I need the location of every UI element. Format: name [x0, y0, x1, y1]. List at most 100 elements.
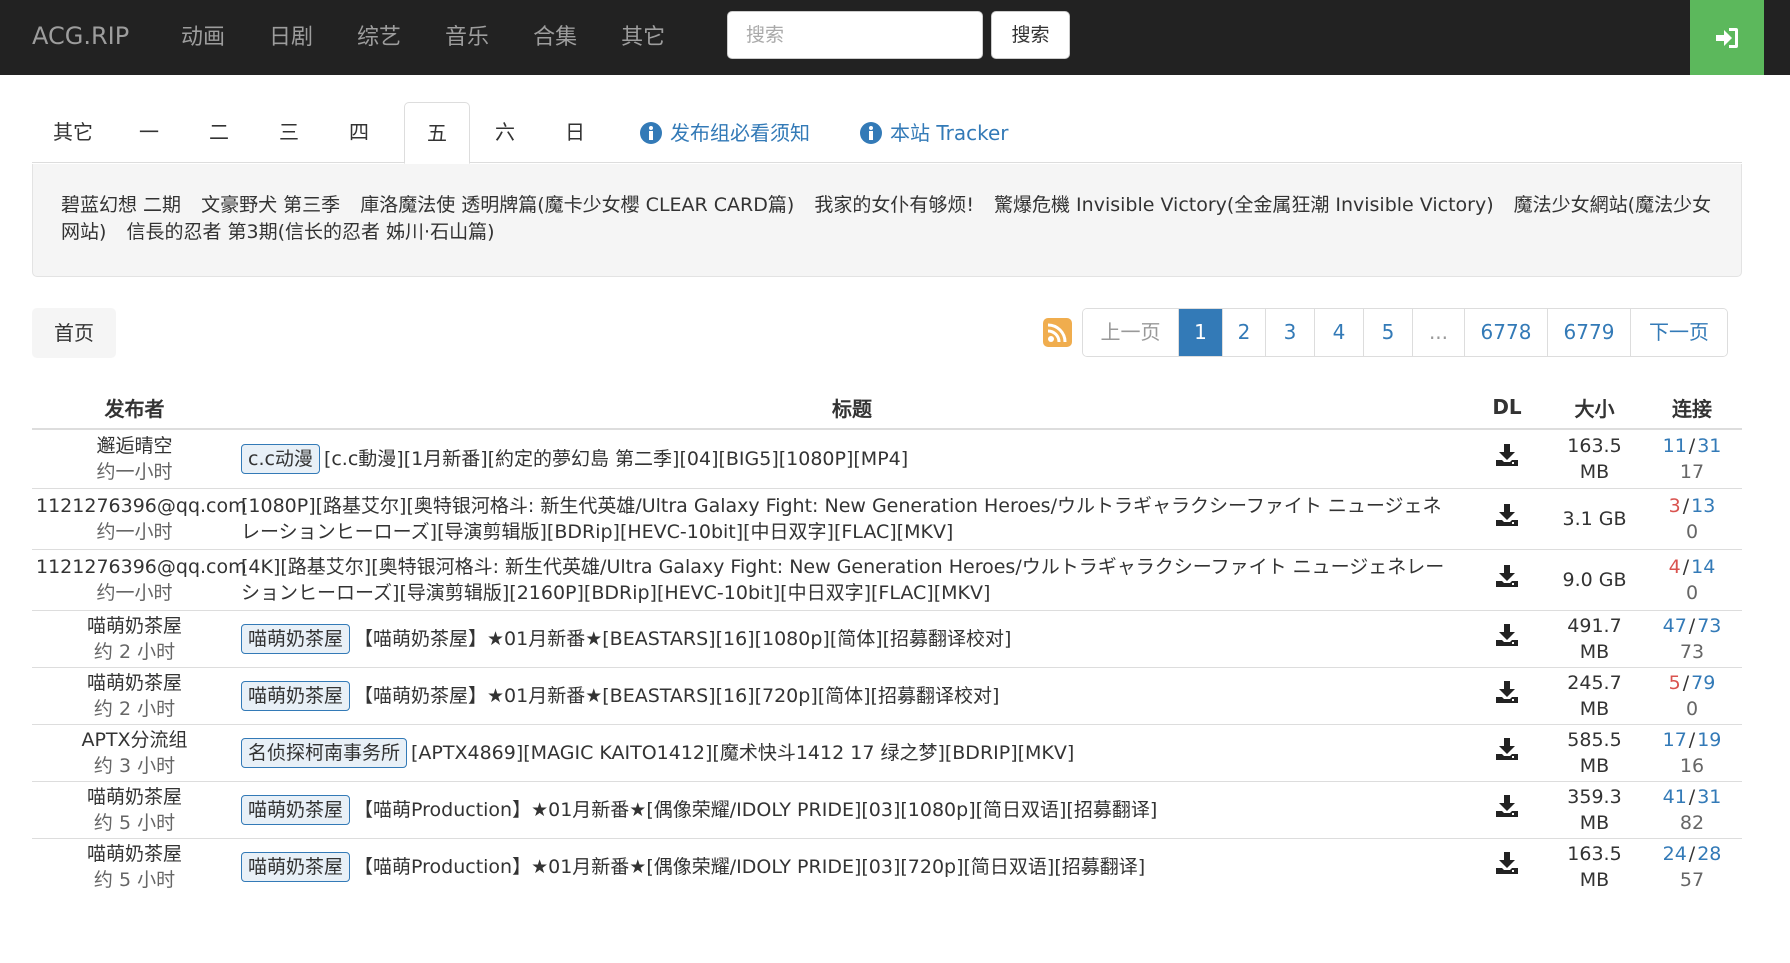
search-button[interactable]: 搜索 — [991, 11, 1070, 59]
page-button[interactable]: 5 — [1363, 309, 1412, 356]
download-icon[interactable] — [1495, 737, 1519, 761]
download-cell — [1467, 780, 1547, 838]
tab-sat[interactable]: 六 — [470, 102, 540, 163]
download-icon[interactable] — [1495, 564, 1519, 588]
team-tag[interactable]: 喵萌奶茶屋 — [241, 851, 351, 882]
nav-link-drama[interactable]: 日剧 — [247, 0, 335, 75]
tab-tracker[interactable]: 本站 Tracker — [860, 102, 1010, 163]
completed-count: 17 — [1679, 460, 1705, 483]
show-link[interactable]: 庫洛魔法使 透明牌篇(魔卡少女櫻 CLEAR CARD篇) — [360, 194, 794, 216]
torrent-title-link[interactable]: 【喵萌Production】★01月新番★[偶像荣耀/IDOLY PRIDE][… — [354, 799, 1157, 821]
torrent-title-link[interactable]: 【喵萌奶茶屋】★01月新番★[BEASTARS][16][1080p][简体][… — [354, 628, 1011, 650]
nav-link-variety[interactable]: 综艺 — [335, 0, 423, 75]
publisher-name[interactable]: 喵萌奶茶屋 — [36, 670, 233, 696]
page-ellipsis: ... — [1412, 309, 1464, 356]
torrent-title-link[interactable]: [APTX4869][MAGIC KAITO1412][魔术快斗1412 17 … — [411, 742, 1074, 764]
page-button[interactable]: 4 — [1314, 309, 1363, 356]
search-input[interactable] — [727, 11, 983, 59]
seeders-count: 41 — [1662, 785, 1687, 808]
header-conn: 连接 — [1642, 386, 1742, 430]
tab-thu[interactable]: 四 — [324, 102, 394, 163]
seeders-count: 4 — [1668, 555, 1681, 578]
nav-link-collection[interactable]: 合集 — [511, 0, 599, 75]
separator: / — [1688, 842, 1696, 865]
tab-publisher-notice-label: 发布组必看须知 — [670, 120, 810, 145]
seeders-count: 17 — [1662, 728, 1687, 751]
title-cell: 喵萌奶茶屋 【喵萌Production】★01月新番★[偶像荣耀/IDOLY PR… — [237, 837, 1467, 895]
team-tag[interactable]: 喵萌奶茶屋 — [241, 680, 351, 711]
publisher-name[interactable]: 邂逅晴空 — [36, 433, 233, 459]
publisher-cell: APTX分流组 约 3 小时 — [32, 723, 237, 781]
team-tag[interactable]: 喵萌奶茶屋 — [241, 623, 351, 654]
publisher-name[interactable]: 喵萌奶茶屋 — [36, 784, 233, 810]
page-button[interactable]: 6779 — [1547, 309, 1630, 356]
tab-wed[interactable]: 三 — [254, 102, 324, 163]
tab-other[interactable]: 其它 — [32, 102, 114, 163]
weekday-tabs: 其它 一 二 三 四 五 六 日 发布组必看须知 本站 Tracker — [32, 102, 1742, 164]
site-brand[interactable]: ACG.RIP — [32, 0, 129, 75]
publish-time: 约 2 小时 — [93, 640, 176, 663]
next-page-button[interactable]: 下一页 — [1630, 309, 1727, 356]
publisher-name[interactable]: 喵萌奶茶屋 — [36, 841, 233, 867]
publisher-name[interactable]: 喵萌奶茶屋 — [36, 613, 233, 639]
tab-tracker-label: 本站 Tracker — [890, 120, 1009, 145]
download-icon[interactable] — [1495, 443, 1519, 467]
torrent-table: 发布者 标题 DL 大小 连接 邂逅晴空 约一小时 c.c动漫 [c.c動漫][1… — [32, 386, 1742, 895]
rss-button[interactable] — [1043, 318, 1072, 347]
size-cell: 163.5 MB — [1547, 837, 1642, 895]
connections-cell: 4/14 0 — [1642, 548, 1742, 610]
table-body: 邂逅晴空 约一小时 c.c动漫 [c.c動漫][1月新番][約定的夢幻島 第二季]… — [32, 428, 1742, 895]
separator: / — [1682, 494, 1690, 517]
show-link[interactable]: 信長的忍者 第3期(信长的忍者 姊川·石山篇) — [126, 221, 494, 243]
torrent-title-link[interactable]: [c.c動漫][1月新番][約定的夢幻島 第二季][04][BIG5][1080… — [324, 448, 908, 470]
torrent-title-link[interactable]: 【喵萌奶茶屋】★01月新番★[BEASTARS][16][720p][简体][招… — [354, 685, 999, 707]
torrent-title-link[interactable]: 【喵萌Production】★01月新番★[偶像荣耀/IDOLY PRIDE][… — [354, 856, 1145, 878]
connections-cell: 47/73 73 — [1642, 609, 1742, 667]
seeders-count: 11 — [1662, 434, 1687, 457]
download-icon[interactable] — [1495, 680, 1519, 704]
nav-link-other[interactable]: 其它 — [599, 0, 687, 75]
page-button[interactable]: 6778 — [1464, 309, 1547, 356]
publisher-name[interactable]: APTX分流组 — [36, 727, 233, 753]
connections-cell: 11/31 17 — [1642, 428, 1742, 488]
table-row: 喵萌奶茶屋 约 2 小时 喵萌奶茶屋 【喵萌奶茶屋】★01月新番★[BEASTAR… — [32, 666, 1742, 724]
title-cell: 喵萌奶茶屋 【喵萌奶茶屋】★01月新番★[BEASTARS][16][720p][… — [237, 666, 1467, 724]
tab-publisher-notice[interactable]: 发布组必看须知 — [640, 102, 820, 163]
team-tag[interactable]: c.c动漫 — [241, 443, 320, 474]
page-button[interactable]: 3 — [1265, 309, 1314, 356]
size-cell: 163.5 MB — [1547, 428, 1642, 488]
page-button[interactable]: 2 — [1222, 309, 1265, 356]
connections-cell: 5/79 0 — [1642, 666, 1742, 724]
team-tag[interactable]: 名侦探柯南事务所 — [241, 737, 408, 768]
torrent-title-link[interactable]: [1080P][路基艾尔][奥特银河格斗: 新生代英雄/Ultra Galaxy… — [241, 495, 1442, 543]
torrent-title-link[interactable]: [4K][路基艾尔][奥特银河格斗: 新生代英雄/Ultra Galaxy Fi… — [241, 556, 1444, 604]
show-link[interactable]: 驚爆危機 Invisible Victory(全金属狂潮 Invisible V… — [994, 194, 1494, 216]
show-link[interactable]: 我家的女仆有够烦! — [814, 194, 974, 216]
prev-page-button[interactable]: 上一页 — [1083, 309, 1178, 356]
download-icon[interactable] — [1495, 623, 1519, 647]
tab-mon[interactable]: 一 — [114, 102, 184, 163]
size-cell: 3.1 GB — [1547, 487, 1642, 549]
publisher-cell: 喵萌奶茶屋 约 2 小时 — [32, 609, 237, 667]
download-icon[interactable] — [1495, 503, 1519, 527]
publisher-cell: 喵萌奶茶屋 约 5 小时 — [32, 837, 237, 895]
download-icon[interactable] — [1495, 794, 1519, 818]
download-icon[interactable] — [1495, 851, 1519, 875]
sign-in-icon — [1716, 27, 1738, 48]
publisher-name[interactable]: 1121276396@qq.com — [36, 493, 247, 519]
tab-sun[interactable]: 日 — [540, 102, 610, 163]
leechers-count: 28 — [1697, 842, 1722, 865]
page-button[interactable]: 1 — [1178, 309, 1222, 356]
team-tag[interactable]: 喵萌奶茶屋 — [241, 794, 351, 825]
tab-tue[interactable]: 二 — [184, 102, 254, 163]
tab-fri[interactable]: 五 — [404, 102, 470, 164]
nav-link-anime[interactable]: 动画 — [159, 0, 247, 75]
leechers-count: 31 — [1697, 434, 1722, 457]
show-link[interactable]: 碧蓝幻想 二期 — [61, 194, 181, 216]
publisher-name[interactable]: 1121276396@qq.com — [36, 554, 247, 580]
show-link[interactable]: 文豪野犬 第三季 — [201, 194, 340, 216]
login-button[interactable] — [1690, 0, 1764, 75]
nav-link-music[interactable]: 音乐 — [423, 0, 511, 75]
breadcrumb-home[interactable]: 首页 — [32, 308, 116, 358]
info-circle-icon — [860, 121, 882, 144]
